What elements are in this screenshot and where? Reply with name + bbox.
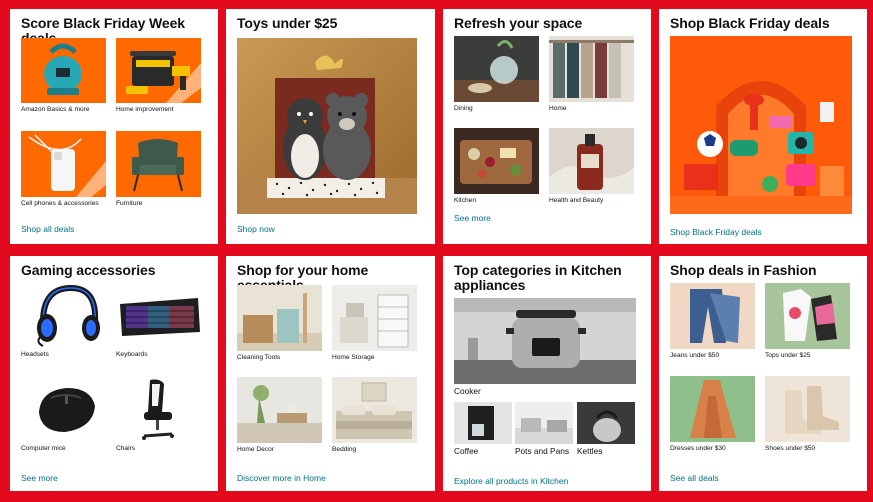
tile-label: Home Decor	[237, 446, 275, 453]
tile-label: Chairs	[116, 445, 136, 452]
shop-all-deals-link[interactable]: Shop all deals	[21, 224, 74, 234]
shop-now-link[interactable]: Shop now	[237, 224, 275, 234]
card-title: Refresh your space	[454, 15, 583, 31]
kettle-image	[577, 402, 635, 444]
black-friday-hero-image[interactable]	[670, 36, 852, 214]
pots-image	[515, 402, 573, 444]
headset-image	[21, 282, 106, 348]
tile-kitchen[interactable]: Kitchen	[454, 128, 539, 205]
pressure-cooker-image	[454, 298, 636, 384]
tile-label: Jeans under $50	[670, 352, 720, 359]
tile-label: Cooker	[454, 387, 481, 396]
coffee-maker-image	[454, 402, 512, 444]
kettlebell-image	[21, 38, 106, 103]
card-fashion: Shop deals in Fashion Jeans under $50 To…	[659, 256, 867, 491]
tile-label: Cell phones & accessories	[21, 200, 99, 207]
bedding-image	[332, 377, 417, 443]
card-title: Shop Black Friday deals	[670, 15, 830, 31]
tile-kettles[interactable]: Kettles	[577, 402, 635, 456]
tile-label: Home	[549, 105, 567, 112]
tile-headsets[interactable]: Headsets	[21, 282, 106, 359]
card-black-friday-deals: Shop Black Friday deals Shop Black Frida…	[659, 9, 867, 244]
tile-home-improvement[interactable]: Home improvement	[116, 38, 201, 114]
shop-black-friday-deals-link[interactable]: Shop Black Friday deals	[670, 227, 762, 237]
kitchen-board-image	[454, 128, 539, 194]
card-home-essentials: Shop for your home essentials Cleaning T…	[226, 256, 435, 491]
tile-label: Health and Beauty	[549, 197, 604, 204]
see-all-deals-link[interactable]: See all deals	[670, 473, 719, 483]
tops-image	[765, 283, 850, 349]
card-title: Toys under $25	[237, 15, 338, 31]
tile-label: Cleaning Tools	[237, 354, 281, 361]
tile-keyboards[interactable]: Keyboards	[116, 282, 201, 359]
tile-chairs[interactable]: Chairs	[116, 376, 201, 453]
tile-label: Headsets	[21, 351, 49, 358]
power-tools-image	[116, 38, 201, 103]
card-black-friday-week: Score Black Friday Week deals Amazon Bas…	[10, 9, 218, 244]
tile-label: Bedding	[332, 446, 357, 453]
tile-label: Shoes under $50	[765, 445, 816, 452]
tile-cleaning-tools[interactable]: Cleaning Tools	[237, 285, 322, 362]
card-kitchen: Top categories in Kitchen appliances Coo…	[443, 256, 651, 491]
discover-more-home-link[interactable]: Discover more in Home	[237, 473, 326, 483]
tile-label: Computer mice	[21, 445, 66, 452]
tile-label: Dining	[454, 105, 473, 112]
tile-home-decor[interactable]: Home Decor	[237, 377, 322, 454]
tile-pots-and-pans[interactable]: Pots and Pans	[515, 402, 573, 456]
tile-shoes[interactable]: Shoes under $50	[765, 376, 850, 453]
tile-label: Pots and Pans	[515, 447, 569, 456]
tile-computer-mice[interactable]: Computer mice	[21, 376, 106, 453]
phone-case-image	[21, 131, 106, 197]
towels-image	[549, 36, 634, 102]
tile-label: Keyboards	[116, 351, 148, 358]
cleaning-tools-image	[237, 285, 322, 351]
tile-bedding[interactable]: Bedding	[332, 377, 417, 454]
soap-bottle-image	[549, 128, 634, 194]
tile-coffee[interactable]: Coffee	[454, 402, 512, 456]
tile-label: Kettles	[577, 447, 603, 456]
tile-dresses[interactable]: Dresses under $30	[670, 376, 755, 453]
tile-health-beauty[interactable]: Health and Beauty	[549, 128, 634, 205]
tile-amazon-basics[interactable]: Amazon Basics & more	[21, 38, 106, 114]
tile-furniture[interactable]: Furniture	[116, 131, 201, 208]
tile-cell-phones[interactable]: Cell phones & accessories	[21, 131, 106, 208]
boots-image	[765, 376, 850, 442]
tile-label: Dresses under $30	[670, 445, 726, 452]
dress-image	[670, 376, 755, 442]
home-decor-image	[237, 377, 322, 443]
dining-image	[454, 36, 539, 102]
tile-dining[interactable]: Dining	[454, 36, 539, 113]
card-refresh: Refresh your space Dining Home Kitchen H…	[443, 9, 651, 244]
armchair-image	[116, 131, 201, 197]
gaming-chair-image	[116, 376, 201, 442]
storage-drawers-image	[332, 285, 417, 351]
tile-home-storage[interactable]: Home Storage	[332, 285, 417, 362]
tile-label: Amazon Basics & more	[21, 106, 90, 113]
see-more-link[interactable]: See more	[21, 473, 58, 483]
tile-cooker[interactable]: Cooker	[454, 298, 636, 396]
explore-kitchen-link[interactable]: Explore all products in Kitchen	[454, 476, 568, 486]
keyboard-image	[116, 282, 201, 348]
plush-toys-image	[237, 38, 417, 214]
tile-home[interactable]: Home	[549, 36, 634, 113]
tile-label: Tops under $25	[765, 352, 811, 359]
tile-label: Home improvement	[116, 106, 174, 113]
toys-hero-image[interactable]	[237, 38, 417, 214]
card-toys: Toys under $25 Shop now	[226, 9, 435, 244]
tile-tops[interactable]: Tops under $25	[765, 283, 850, 360]
tile-label: Kitchen	[454, 197, 476, 204]
card-title: Top categories in Kitchen appliances	[454, 262, 622, 293]
tile-jeans[interactable]: Jeans under $50	[670, 283, 755, 360]
card-gaming: Gaming accessories Headsets Keyboards Co…	[10, 256, 218, 491]
tile-label: Home Storage	[332, 354, 375, 361]
jeans-image	[670, 283, 755, 349]
card-title: Gaming accessories	[21, 262, 156, 278]
tile-label: Coffee	[454, 447, 479, 456]
card-title: Shop deals in Fashion	[670, 262, 817, 278]
mouse-image	[21, 376, 106, 442]
tile-label: Furniture	[116, 200, 143, 207]
products-on-podium-image	[670, 36, 852, 214]
see-more-link[interactable]: See more	[454, 213, 491, 223]
